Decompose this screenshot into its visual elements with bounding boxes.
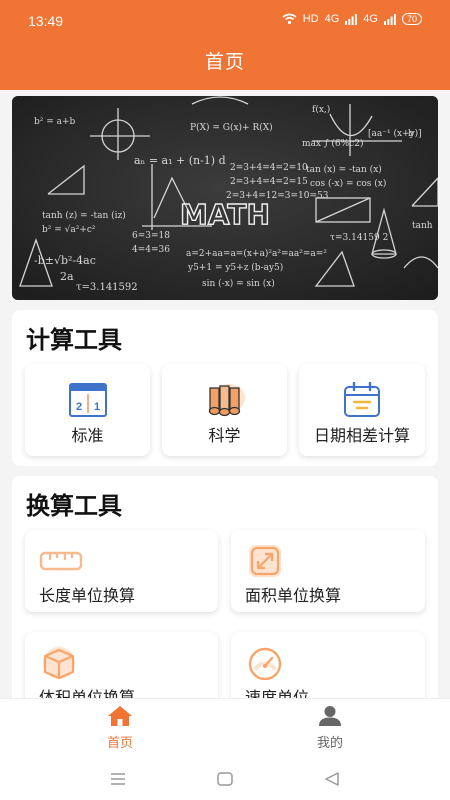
bottom-tab-bar: 首页 我的	[0, 698, 450, 758]
svg-text:tan (x) = -tan (x): tan (x) = -tan (x)	[306, 164, 382, 175]
calc-tools-title: 计算工具	[26, 326, 122, 354]
menu-icon[interactable]	[108, 769, 128, 789]
svg-text:y5+1 = y5+z (b-ay5): y5+1 = y5+z (b-ay5)	[187, 262, 283, 273]
area-icon	[249, 545, 281, 577]
date-diff-button[interactable]: 日期相差计算	[299, 364, 425, 456]
speed-conversion-button[interactable]: 速度单位	[231, 632, 425, 698]
conversion-tools-section: 换算工具 长度单位换算 面积单位换算 体积单位换算 速度单位	[12, 476, 438, 698]
science-calculator-label: 科学	[208, 426, 241, 445]
home-content[interactable]: b² = a+b P(X) = G(x)+ R(X) f(x,) max ∫ (…	[0, 90, 450, 698]
tab-home-label: 首页	[106, 736, 133, 751]
svg-text:f(x,): f(x,)	[312, 104, 330, 115]
science-scroll-icon	[208, 384, 245, 417]
svg-text:τ=3.14159 2: τ=3.14159 2	[330, 233, 388, 243]
svg-text:a=2+aa=a=(x+a)²: a=2+aa=a=(x+a)²	[186, 248, 272, 259]
science-calculator-button[interactable]: 科学	[162, 364, 287, 456]
speedometer-icon	[248, 647, 282, 680]
svg-text:a²=aa²=a=²: a²=aa²=a=²	[272, 249, 327, 259]
signal-icon	[345, 13, 358, 25]
app-header: 首页	[0, 40, 450, 90]
svg-text:tanh: tanh	[412, 221, 433, 231]
tab-mine[interactable]: 我的	[280, 705, 380, 751]
area-conversion-button[interactable]: 面积单位换算	[231, 530, 425, 612]
standard-calculator-button[interactable]: 2 1 标准	[25, 364, 150, 456]
calc-tools-section: 计算工具 2 1 标准 科学 日期相差计算	[12, 310, 438, 466]
length-conversion-button[interactable]: 长度单位换算	[25, 530, 218, 612]
date-diff-label: 日期相差计算	[313, 426, 410, 445]
standard-calculator-label: 标准	[71, 426, 104, 445]
speed-conversion-label: 速度单位	[245, 688, 310, 698]
math-banner[interactable]: b² = a+b P(X) = G(x)+ R(X) f(x,) max ∫ (…	[12, 96, 438, 300]
home-square-icon[interactable]	[215, 769, 235, 789]
area-conversion-label: 面积单位换算	[245, 586, 342, 605]
volume-box-icon	[43, 647, 75, 680]
status-time: 13:49	[28, 13, 64, 29]
status-bar: 13:49 HD 4G 4G 70	[0, 0, 450, 40]
tab-home[interactable]: 首页	[70, 705, 170, 751]
back-triangle-icon[interactable]	[322, 769, 342, 789]
svg-text:sin (-x) = sin (x): sin (-x) = sin (x)	[202, 278, 275, 289]
signal-icon-2	[383, 13, 396, 25]
svg-text:max ∫ (6%c2): max ∫ (6%c2)	[302, 138, 363, 149]
calendar-icon	[344, 382, 380, 417]
math-blackboard-image: b² = a+b P(X) = G(x)+ R(X) f(x,) max ∫ (…	[12, 96, 438, 300]
battery-indicator: 70	[401, 13, 422, 25]
svg-text:-b±√b²-4ac: -b±√b²-4ac	[34, 254, 96, 267]
svg-text:2=3+4=4=2=15: 2=3+4=4=2=15	[230, 177, 308, 187]
svg-text:b² = a+b: b² = a+b	[34, 117, 76, 127]
svg-text:τ=3.141592: τ=3.141592	[76, 282, 138, 293]
page-title: 首页	[204, 51, 245, 73]
volume-conversion-button[interactable]: 体积单位换算	[25, 632, 218, 698]
conversion-tools-title: 换算工具	[26, 492, 122, 520]
svg-text:2=3+4=4=2=10: 2=3+4=4=2=10	[230, 163, 308, 173]
svg-text:b² = √a²+c²: b² = √a²+c²	[42, 224, 96, 235]
svg-text:6=3=18: 6=3=18	[132, 231, 170, 241]
svg-text:P(X) = G(x)+ R(X): P(X) = G(x)+ R(X)	[190, 122, 273, 133]
volume-conversion-label: 体积单位换算	[39, 688, 136, 698]
svg-text:1: 1	[93, 401, 99, 413]
svg-text:2: 2	[75, 401, 81, 413]
svg-text:2a: 2a	[60, 270, 74, 283]
ruler-icon	[39, 551, 83, 571]
svg-text:b: b	[408, 129, 414, 139]
user-icon	[319, 706, 341, 726]
svg-text:tanh (z) = -tan (iz): tanh (z) = -tan (iz)	[42, 210, 126, 221]
signal-label-1: 4G	[324, 13, 340, 25]
wifi-icon	[282, 13, 297, 25]
length-conversion-label: 长度单位换算	[39, 586, 136, 605]
tab-mine-label: 我的	[316, 736, 343, 751]
svg-text:cos (-x) = cos (x): cos (-x) = cos (x)	[310, 178, 386, 189]
svg-text:4=4=36: 4=4=36	[132, 245, 170, 255]
system-navigation-bar	[0, 758, 450, 800]
status-indicators: HD 4G 4G 70	[282, 13, 422, 25]
svg-text:aₙ = a₁ + (n-1) d: aₙ = a₁ + (n-1) d	[134, 154, 226, 167]
signal-label-2: 4G	[363, 13, 378, 25]
network-label: HD	[302, 13, 319, 25]
standard-calculator-icon: 2 1	[68, 383, 107, 417]
banner-board-text: MATH	[180, 198, 270, 231]
home-icon	[108, 706, 132, 726]
